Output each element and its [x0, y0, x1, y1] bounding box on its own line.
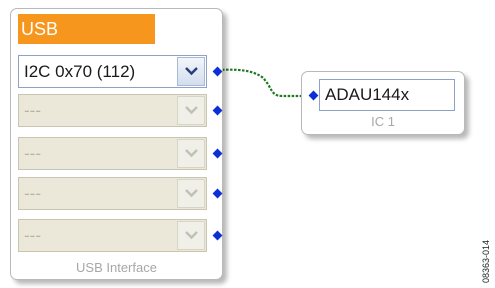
- output-port-1[interactable]: [212, 66, 223, 77]
- output-port-4[interactable]: [212, 188, 223, 199]
- ic-block-label: IC 1: [371, 114, 395, 129]
- usb-interface-block[interactable]: USB I2C 0x70 (112) --- --- --- --- USB I…: [10, 8, 223, 280]
- chevron-down-icon[interactable]: [177, 221, 205, 250]
- empty-slot-dropdown[interactable]: ---: [18, 219, 207, 252]
- empty-slot-value: ---: [24, 101, 41, 120]
- i2c-address-value: I2C 0x70 (112): [24, 62, 136, 81]
- output-port-5[interactable]: [212, 230, 223, 241]
- input-port[interactable]: [308, 90, 319, 101]
- usb-block-label: USB Interface: [76, 260, 157, 275]
- usb-block-title: USB: [18, 14, 155, 44]
- ic-block[interactable]: ADAU144x IC 1: [301, 71, 465, 135]
- chevron-down-icon[interactable]: [177, 179, 205, 208]
- output-port-2[interactable]: [212, 105, 223, 116]
- figure-code: 08363-014: [481, 239, 491, 283]
- empty-slot-value: ---: [24, 144, 41, 163]
- chevron-down-icon[interactable]: [177, 96, 205, 125]
- chevron-down-icon[interactable]: [177, 57, 205, 86]
- empty-slot-value: ---: [24, 226, 41, 245]
- empty-slot-value: ---: [24, 184, 41, 203]
- output-port-3[interactable]: [212, 148, 223, 159]
- empty-slot-dropdown[interactable]: ---: [18, 94, 207, 127]
- ic-part-field[interactable]: ADAU144x: [319, 79, 455, 111]
- i2c-address-dropdown[interactable]: I2C 0x70 (112): [18, 55, 207, 88]
- empty-slot-dropdown[interactable]: ---: [18, 137, 207, 170]
- chevron-down-icon[interactable]: [177, 139, 205, 168]
- empty-slot-dropdown[interactable]: ---: [18, 177, 207, 210]
